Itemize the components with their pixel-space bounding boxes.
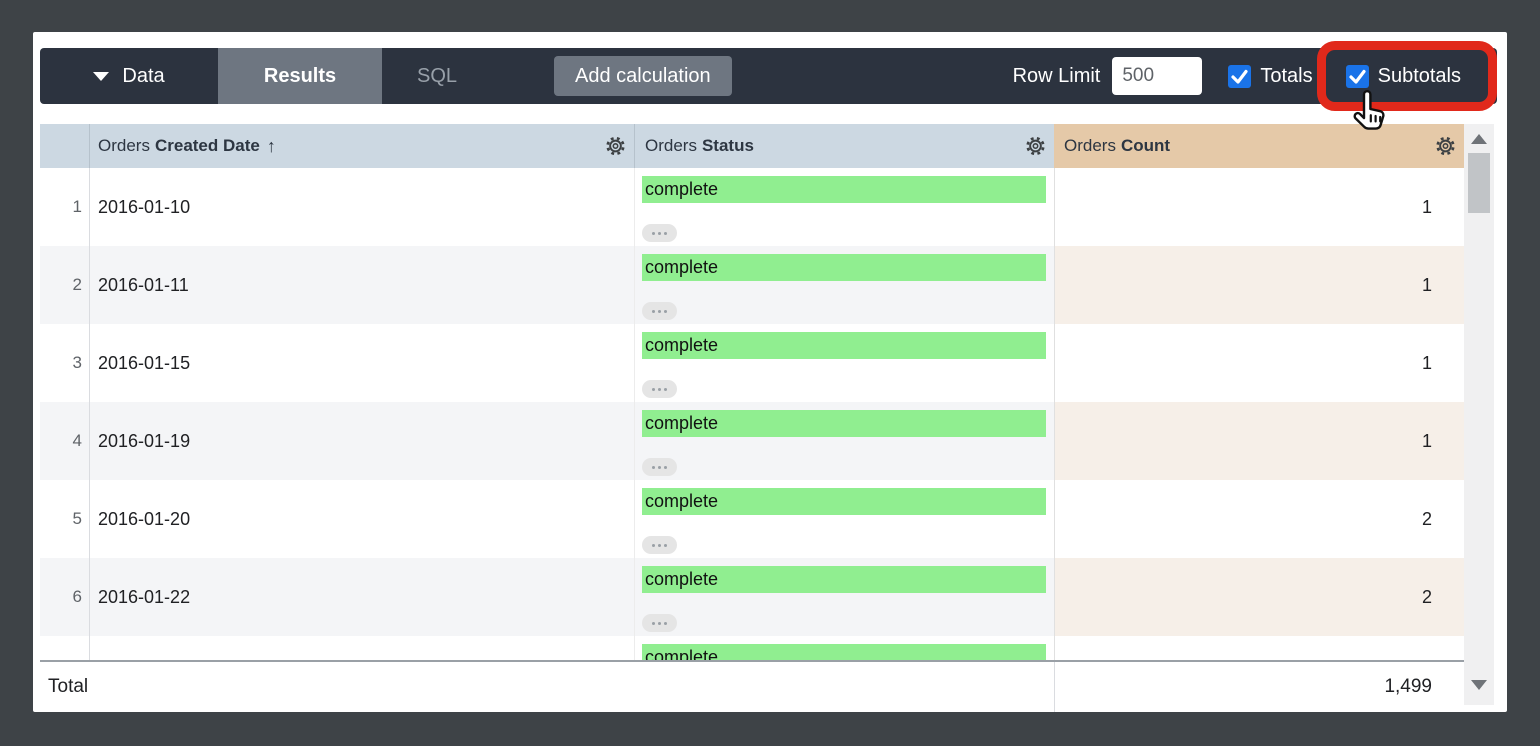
column-field-label: Created Date bbox=[155, 136, 260, 156]
subtotals-checkbox[interactable] bbox=[1346, 65, 1369, 88]
checkmark-icon bbox=[1228, 65, 1251, 88]
status-value-highlight: complete bbox=[642, 410, 1046, 437]
table-header: Orders Created Date ↑ Orders Status bbox=[40, 124, 1464, 168]
status-value-highlight: complete bbox=[642, 332, 1046, 359]
status-value-highlight: complete bbox=[642, 488, 1046, 515]
ellipsis-pill[interactable] bbox=[642, 536, 677, 554]
cell-status: complete bbox=[635, 168, 1054, 246]
cell-count: 1 bbox=[1054, 246, 1464, 324]
cell-created-date bbox=[90, 636, 635, 660]
row-number: 5 bbox=[40, 480, 90, 558]
cell-count: 1 bbox=[1054, 402, 1464, 480]
row-number: 6 bbox=[40, 558, 90, 636]
tab-data-label: Data bbox=[122, 65, 164, 88]
status-value-highlight: complete bbox=[642, 644, 1046, 660]
totals-checkbox[interactable] bbox=[1228, 65, 1251, 88]
tab-sql[interactable]: SQL bbox=[382, 48, 492, 104]
column-header-status[interactable]: Orders Status bbox=[635, 124, 1054, 168]
column-field-label: Status bbox=[702, 136, 754, 156]
table-row: 1 2016-01-10 complete 1 bbox=[40, 168, 1464, 246]
table-row: complete bbox=[40, 636, 1464, 660]
results-table: Orders Created Date ↑ Orders Status bbox=[40, 124, 1464, 660]
subtotals-checkbox-group: Subtotals bbox=[1346, 65, 1461, 88]
row-number: 1 bbox=[40, 168, 90, 246]
ellipsis-pill[interactable] bbox=[642, 458, 677, 476]
tab-sql-label: SQL bbox=[417, 65, 457, 88]
column-group-label: Orders bbox=[645, 136, 697, 156]
ellipsis-pill[interactable] bbox=[642, 380, 677, 398]
gear-icon[interactable] bbox=[1434, 135, 1457, 158]
table-row: 6 2016-01-22 complete 2 bbox=[40, 558, 1464, 636]
totals-checkbox-group: Totals bbox=[1228, 65, 1312, 88]
cell-count: 2 bbox=[1054, 480, 1464, 558]
cell-count bbox=[1054, 636, 1464, 660]
cell-status: complete bbox=[635, 402, 1054, 480]
column-header-created-date[interactable]: Orders Created Date ↑ bbox=[90, 124, 635, 168]
cell-created-date: 2016-01-20 bbox=[90, 480, 635, 558]
table-row: 4 2016-01-19 complete 1 bbox=[40, 402, 1464, 480]
totals-label: Totals bbox=[1260, 65, 1312, 88]
status-value-highlight: complete bbox=[642, 254, 1046, 281]
column-group-label: Orders bbox=[98, 136, 150, 156]
tab-data[interactable]: Data bbox=[40, 48, 218, 104]
subtotals-label: Subtotals bbox=[1378, 65, 1461, 88]
cell-count: 1 bbox=[1054, 168, 1464, 246]
table-body: 1 2016-01-10 complete 1 2 2016-01-11 com… bbox=[40, 168, 1464, 660]
add-calculation-button[interactable]: Add calculation bbox=[554, 56, 732, 96]
row-number-header bbox=[40, 124, 90, 168]
ellipsis-pill[interactable] bbox=[642, 224, 677, 242]
row-number bbox=[40, 636, 90, 660]
cell-status: complete bbox=[635, 324, 1054, 402]
cell-count: 2 bbox=[1054, 558, 1464, 636]
total-count-value: 1,499 bbox=[1054, 662, 1464, 712]
totals-row: Total 1,499 bbox=[40, 660, 1464, 712]
tab-results-label: Results bbox=[264, 65, 336, 88]
cell-count: 1 bbox=[1054, 324, 1464, 402]
ellipsis-pill[interactable] bbox=[642, 614, 677, 632]
column-field-label: Count bbox=[1121, 136, 1170, 156]
row-number: 2 bbox=[40, 246, 90, 324]
add-calculation-label: Add calculation bbox=[575, 65, 711, 88]
checkmark-icon bbox=[1346, 65, 1369, 88]
table-row: 5 2016-01-20 complete 2 bbox=[40, 480, 1464, 558]
total-label: Total bbox=[40, 662, 1054, 712]
cell-status: complete bbox=[635, 558, 1054, 636]
column-group-label: Orders bbox=[1064, 136, 1116, 156]
cell-status: complete bbox=[635, 480, 1054, 558]
table-row: 3 2016-01-15 complete 1 bbox=[40, 324, 1464, 402]
cell-status: complete bbox=[635, 636, 1054, 660]
status-value-highlight: complete bbox=[642, 176, 1046, 203]
table-row: 2 2016-01-11 complete 1 bbox=[40, 246, 1464, 324]
gear-icon[interactable] bbox=[1024, 135, 1047, 158]
ellipsis-pill[interactable] bbox=[642, 302, 677, 320]
cell-created-date: 2016-01-19 bbox=[90, 402, 635, 480]
scroll-up-icon[interactable] bbox=[1471, 134, 1487, 144]
column-header-count[interactable]: Orders Count bbox=[1054, 124, 1464, 168]
row-limit-input[interactable] bbox=[1112, 57, 1202, 95]
scroll-down-icon[interactable] bbox=[1471, 680, 1487, 690]
status-value-highlight: complete bbox=[642, 566, 1046, 593]
row-limit-label: Row Limit bbox=[1013, 65, 1101, 88]
explorer-panel: Data Results SQL Add calculation Row Lim… bbox=[33, 32, 1507, 712]
cell-created-date: 2016-01-15 bbox=[90, 324, 635, 402]
cell-created-date: 2016-01-22 bbox=[90, 558, 635, 636]
cell-status: complete bbox=[635, 246, 1054, 324]
scrollbar-thumb[interactable] bbox=[1468, 153, 1490, 213]
toolbar: Data Results SQL Add calculation Row Lim… bbox=[40, 48, 1497, 104]
gear-icon[interactable] bbox=[604, 135, 627, 158]
chevron-down-icon bbox=[93, 72, 109, 81]
tab-results[interactable]: Results bbox=[218, 48, 382, 104]
sort-ascending-icon: ↑ bbox=[267, 136, 276, 157]
cell-created-date: 2016-01-10 bbox=[90, 168, 635, 246]
vertical-scrollbar[interactable] bbox=[1464, 124, 1494, 705]
cell-created-date: 2016-01-11 bbox=[90, 246, 635, 324]
row-number: 3 bbox=[40, 324, 90, 402]
row-number: 4 bbox=[40, 402, 90, 480]
